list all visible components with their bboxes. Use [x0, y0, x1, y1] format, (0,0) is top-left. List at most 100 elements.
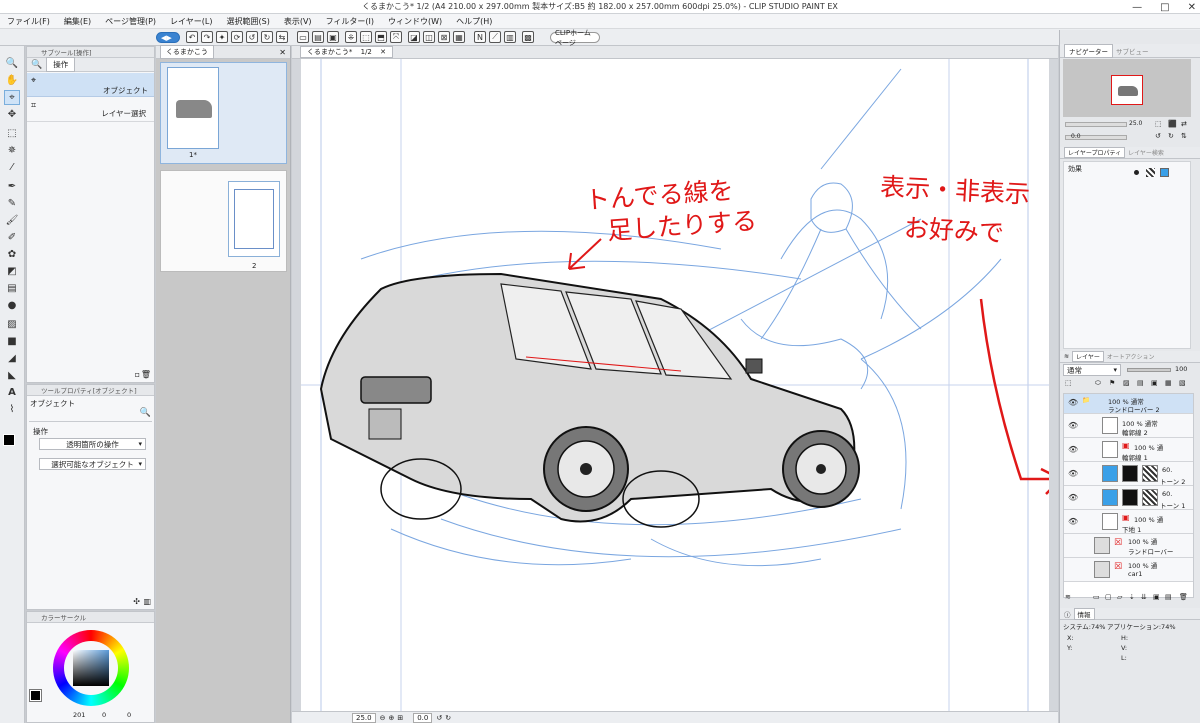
select-all-icon[interactable]: ⁜ — [345, 31, 357, 43]
opacity-slider[interactable] — [1127, 368, 1171, 372]
fill-icon[interactable]: ◪ — [408, 31, 420, 43]
navigator-flip-icon[interactable]: ⇄ — [1181, 120, 1187, 128]
menu-help[interactable]: ヘルプ(H) — [449, 16, 499, 27]
menu-file[interactable]: ファイル(F) — [0, 16, 57, 27]
subtool-settings-icon[interactable]: ▫ — [135, 370, 140, 379]
rotate-right-icon[interactable]: ↻ — [261, 31, 273, 43]
navigator-flip-v-icon[interactable]: ⇅ — [1181, 132, 1187, 140]
rotate-cw-icon[interactable]: ↻ — [445, 714, 451, 722]
auto-select-tool-icon[interactable]: ✵ — [4, 143, 20, 158]
layer-row-outline-2[interactable]: 👁 100 % 通常 輪郭線 2 — [1064, 414, 1193, 438]
layer-lock-icon[interactable]: ⬚ — [1065, 379, 1072, 387]
layer-row-tone-1[interactable]: 👁 60. トーン 1 — [1064, 486, 1193, 510]
clear-selection-icon[interactable]: ◫ — [423, 31, 435, 43]
layer-lock-transparent-icon[interactable]: ▤ — [1137, 379, 1144, 387]
menu-layer[interactable]: レイヤー(L) — [163, 16, 219, 27]
visibility-eye-icon[interactable]: 👁 — [1068, 493, 1078, 502]
rotate-left-icon[interactable]: ↺ — [246, 31, 258, 43]
subtool-item-object[interactable]: ⌖ オブジェクト — [27, 73, 154, 97]
color-square[interactable] — [73, 650, 109, 686]
invert-selection-icon[interactable]: ⬒ — [375, 31, 387, 43]
layer-row-base-1[interactable]: 👁 ▣ 100 % 通 下地 1 — [1064, 510, 1193, 534]
navigator-zoom-slider[interactable] — [1065, 122, 1127, 127]
page-manager-tab[interactable]: くるまかこう — [160, 45, 214, 59]
canvas-document-tab[interactable]: くるまかこう* 1/2 ✕ — [300, 46, 393, 58]
brush-tool-icon[interactable]: 🖌 — [4, 213, 20, 228]
page-manager-close-icon[interactable]: ✕ — [279, 48, 286, 57]
auto-action-tab[interactable]: オートアクション — [1107, 352, 1155, 361]
redo-icon[interactable]: ↷ — [201, 31, 213, 43]
layer-row-car1[interactable]: ☒ 100 % 通 car1 — [1064, 558, 1193, 582]
tool-property-menu-icon[interactable]: ▥ — [143, 597, 151, 606]
layer-search-tab[interactable]: レイヤー検索 — [1128, 148, 1164, 157]
subtool-item-layer-select[interactable]: ⌗ レイヤー選択 — [27, 98, 154, 122]
page-thumb-1[interactable]: 1* — [160, 62, 287, 164]
tool-property-tab[interactable]: ツールプロパティ[オブジェクト] — [27, 385, 154, 396]
color-wheel[interactable] — [53, 630, 129, 706]
hand-tool-icon[interactable]: ✋ — [4, 73, 20, 88]
selectable-object-dropdown[interactable]: 選択可能なオブジェクト — [39, 458, 146, 470]
mask-create-icon[interactable]: ▣ — [1153, 593, 1160, 601]
layer-effect-tone-icon[interactable] — [1146, 168, 1155, 177]
layer-color-icon[interactable]: ▧ — [1179, 379, 1186, 387]
transfer-down-icon[interactable]: ⇣ — [1129, 593, 1135, 601]
color-main-swatch[interactable] — [29, 689, 42, 702]
layer-row-folder[interactable]: 👁 📁 100 % 通常 ランドローバー 2 — [1064, 394, 1193, 414]
canvas-zoom-value[interactable]: 25.0 — [352, 712, 376, 723]
navigator-reset-icon[interactable]: ↻ — [1168, 132, 1174, 140]
main-color-swatch[interactable] — [3, 434, 15, 446]
fill-tool-icon[interactable]: ● — [4, 298, 20, 313]
visibility-eye-icon[interactable]: 👁 — [1068, 469, 1078, 478]
color-circle-tab[interactable]: カラーサークル — [27, 612, 154, 623]
layer-row-landrover[interactable]: ☒ 100 % 通 ランドローバー — [1064, 534, 1193, 558]
merge-down-icon[interactable]: ⇊ — [1141, 593, 1147, 601]
rotate-ccw-icon[interactable]: ↺ — [436, 714, 442, 722]
layer-tab[interactable]: レイヤー — [1072, 351, 1104, 362]
layer-ruler-icon[interactable]: ▦ — [1165, 379, 1172, 387]
pencil-tool-icon[interactable]: ✎ — [4, 196, 20, 211]
open-file-icon[interactable]: ▤ — [312, 31, 324, 43]
new-folder-icon[interactable]: ▱ — [1117, 593, 1122, 601]
visibility-eye-icon[interactable]: 👁 — [1068, 445, 1078, 454]
layer-row-tone-2[interactable]: 👁 60. トーン 2 — [1064, 462, 1193, 486]
ruler-tool-icon[interactable]: ◣ — [4, 368, 20, 383]
transform-icon[interactable]: ⟳ — [231, 31, 243, 43]
selection-tool-icon[interactable]: ⬚ — [4, 126, 20, 141]
tool-property-settings-icon[interactable]: ✣ — [133, 597, 140, 606]
layer-mask-icon[interactable]: ▣ — [1151, 379, 1158, 387]
subtool-group-tab[interactable]: 操作 — [46, 57, 76, 72]
zoom-in-icon[interactable]: ⊕ — [388, 714, 394, 722]
menu-view[interactable]: 表示(V) — [277, 16, 319, 27]
snap-ruler-icon[interactable]: N — [474, 31, 486, 43]
eraser-tool-icon[interactable]: ◩ — [4, 264, 20, 279]
undo-icon[interactable]: ↶ — [186, 31, 198, 43]
outline-icon[interactable]: ▦ — [453, 31, 465, 43]
transparent-operation-dropdown[interactable]: 透明箇所の操作 — [39, 438, 146, 450]
shape-tool-icon[interactable]: ■ — [4, 334, 20, 349]
clip-home-button[interactable]: CLIPホームページ — [550, 29, 600, 47]
opacity-value[interactable]: 100 — [1175, 365, 1187, 373]
new-vector-layer-icon[interactable]: ▢ — [1105, 593, 1112, 601]
frame-tool-icon[interactable]: ◢ — [4, 351, 20, 366]
correction-tool-icon[interactable]: ⌇ — [4, 402, 20, 417]
deselect-icon[interactable]: ⬚ — [360, 31, 372, 43]
crop-icon[interactable]: ⊠ — [438, 31, 450, 43]
menu-selection[interactable]: 選択範囲(S) — [220, 16, 277, 27]
layer-draft-icon[interactable]: ▨ — [1123, 379, 1130, 387]
menu-filter[interactable]: フィルター(I) — [319, 16, 381, 27]
navigator-rotate-icon[interactable]: ↺ — [1155, 132, 1161, 140]
gradient-tool-icon[interactable]: ▨ — [4, 317, 20, 332]
visibility-eye-icon[interactable]: 👁 — [1068, 398, 1078, 407]
layer-clip-icon[interactable]: ⬭ — [1095, 379, 1101, 388]
layer-effect-color-icon[interactable] — [1160, 168, 1169, 177]
layer-property-tab[interactable]: レイヤープロパティ — [1064, 147, 1126, 158]
layer-row-outline-1[interactable]: 👁 ▣ 100 % 通 輪郭線 1 — [1064, 438, 1193, 462]
scale-icon[interactable]: ⤧ — [390, 31, 402, 43]
color-mode-icon[interactable]: ▩ — [522, 31, 534, 43]
tool-property-zoom-icon[interactable]: 🔍 — [140, 408, 151, 418]
new-raster-layer-icon[interactable]: ▭ — [1093, 593, 1100, 601]
maximize-button[interactable]: □ — [1160, 2, 1169, 13]
pen-tool-icon[interactable]: ✒ — [4, 179, 20, 194]
canvas-rotation-value[interactable]: 0.0 — [413, 712, 433, 723]
navigator-actual-icon[interactable]: ⬛ — [1168, 120, 1177, 128]
